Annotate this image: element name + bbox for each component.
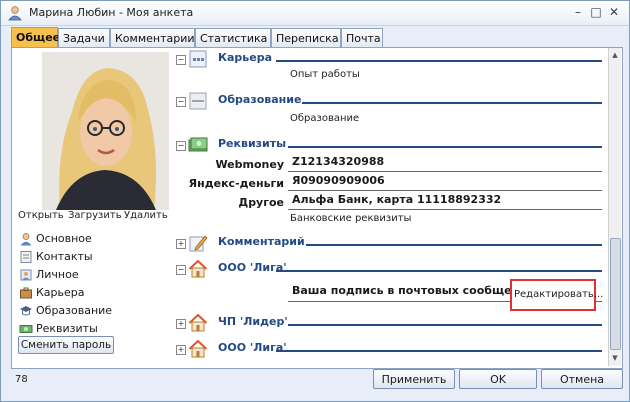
apply-button[interactable]: Применить: [373, 369, 455, 389]
tab-general[interactable]: Общее: [11, 27, 60, 48]
yandex-money-field[interactable]: Я09090909006: [288, 173, 602, 191]
section-divider: [302, 102, 602, 104]
section-title: ООО 'Лига': [218, 341, 287, 354]
cancel-button[interactable]: Отмена: [541, 369, 623, 389]
expand-toggle[interactable]: +: [176, 345, 186, 355]
scroll-thumb[interactable]: [610, 238, 621, 350]
career-section-icon: [189, 50, 207, 68]
edit-signature-button[interactable]: Редактировать...: [510, 279, 603, 311]
education-icon: [20, 306, 32, 316]
webmoney-field[interactable]: Z12134320988: [288, 154, 602, 172]
section-divider: [306, 244, 602, 246]
user-app-icon: [8, 6, 22, 21]
maximize-button[interactable]: □: [587, 5, 605, 21]
ok-button[interactable]: OK: [459, 369, 537, 389]
profile-sections: − Карьера Опыт работы − Образование Обра…: [172, 48, 608, 366]
tab-comments[interactable]: Комментарии: [110, 28, 195, 47]
user-icon: [20, 233, 32, 246]
vertical-scrollbar[interactable]: ▲ ▼: [608, 48, 621, 366]
status-count: 78: [15, 374, 28, 385]
company-home-icon: [188, 339, 208, 358]
delete-photo-link[interactable]: Удалить: [124, 210, 168, 221]
comment-edit-icon: [189, 235, 208, 252]
close-button[interactable]: ✕: [605, 5, 623, 21]
edit-signature-label: Редактировать...: [514, 289, 604, 300]
profile-window: Марина Любин - Моя анкета – □ ✕ Общее За…: [0, 0, 630, 402]
contacts-icon: [20, 251, 32, 263]
general-panel: Открыть Загрузить Удалить Основное Конта…: [11, 47, 623, 369]
bank-requisites-subtitle: Банковские реквизиты: [290, 213, 412, 224]
open-photo-link[interactable]: Открыть: [18, 210, 64, 221]
section-divider: [276, 350, 602, 352]
company-home-icon: [188, 259, 208, 278]
scroll-down-arrow-icon[interactable]: ▼: [610, 353, 620, 363]
expand-toggle[interactable]: +: [176, 319, 186, 329]
scroll-up-arrow-icon[interactable]: ▲: [610, 50, 620, 60]
section-title: Образование: [218, 93, 302, 106]
section-title: Комментарий: [218, 235, 305, 248]
section-title: Реквизиты: [218, 137, 287, 150]
tab-correspondence[interactable]: Переписка: [271, 28, 341, 47]
section-title: ЧП 'Лидер': [218, 315, 288, 328]
career-subtitle: Опыт работы: [290, 69, 360, 80]
minimize-button[interactable]: –: [569, 5, 587, 21]
webmoney-label: Webmoney: [215, 158, 284, 171]
yandex-money-label: Яндекс-деньги: [188, 177, 284, 190]
section-liga-2: + ООО 'Лига': [172, 338, 608, 362]
change-password-button[interactable]: Сменить пароль: [18, 336, 114, 354]
other-field[interactable]: Альфа Банк, карта 11118892332: [288, 192, 602, 210]
window-title: Марина Любин - Моя анкета: [29, 6, 194, 19]
education-subtitle: Образование: [290, 113, 360, 124]
section-title: Карьера: [218, 51, 273, 64]
company-home-icon: [188, 313, 208, 332]
other-label: Другое: [238, 196, 284, 209]
collapse-toggle[interactable]: −: [176, 97, 186, 107]
personal-icon: [20, 269, 32, 281]
collapse-toggle[interactable]: −: [176, 141, 186, 151]
upload-photo-link[interactable]: Загрузить: [68, 210, 122, 221]
career-icon: [20, 287, 32, 299]
section-career: − Карьера: [172, 48, 608, 72]
section-title: ООО 'Лига': [218, 261, 287, 274]
expand-toggle[interactable]: +: [176, 239, 186, 249]
collapse-toggle[interactable]: −: [176, 55, 186, 65]
section-leader: + ЧП 'Лидер': [172, 312, 608, 336]
tab-statistics[interactable]: Статистика: [195, 28, 271, 47]
tab-tasks[interactable]: Задачи: [58, 28, 110, 47]
section-divider: [276, 270, 602, 272]
education-section-icon: [189, 92, 207, 110]
section-divider: [288, 146, 602, 148]
money-icon: [188, 137, 208, 152]
tab-mail[interactable]: Почта: [341, 28, 383, 47]
section-divider: [276, 60, 602, 62]
collapse-toggle[interactable]: −: [176, 265, 186, 275]
section-education: − Образование: [172, 90, 608, 114]
section-comment: + Комментарий: [172, 232, 608, 256]
section-divider: [288, 324, 602, 326]
requisites-icon: [19, 325, 33, 333]
title-bar: Марина Любин - Моя анкета – □ ✕: [1, 1, 629, 26]
profile-photo: [42, 52, 169, 210]
